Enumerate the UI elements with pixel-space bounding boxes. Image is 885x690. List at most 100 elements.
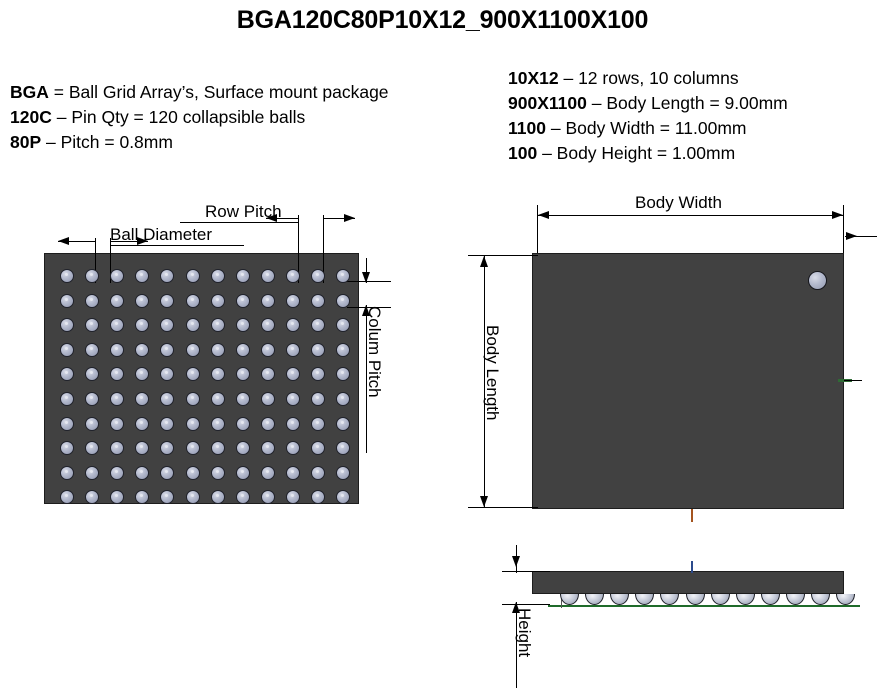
legend-right-desc-3: Body Height = 1.00mm bbox=[556, 143, 736, 163]
ball-r1-c2 bbox=[85, 269, 100, 283]
ball-r1-c1 bbox=[60, 269, 74, 283]
ball-r9-c4 bbox=[135, 465, 150, 480]
ball-r3-c9 bbox=[260, 318, 275, 333]
ball-r1-c6 bbox=[185, 269, 200, 283]
ball-r9-c3 bbox=[110, 465, 125, 480]
column-pitch-arrow-top bbox=[362, 272, 370, 283]
body-length-extension-top bbox=[468, 255, 538, 256]
ball-r2-c7 bbox=[210, 293, 225, 308]
legend-right-line-3: 100 – Body Height = 1.00mm bbox=[508, 141, 788, 166]
ball-r2-c4 bbox=[135, 293, 150, 308]
legend-left-desc-2: Pitch = 0.8mm bbox=[60, 132, 173, 152]
legend-right-line-0: 10X12 – 12 rows, 10 columns bbox=[508, 66, 788, 91]
body-width-arrow-right bbox=[832, 211, 843, 219]
ball-r7-c12 bbox=[336, 416, 351, 431]
ball-r5-c6 bbox=[185, 367, 200, 382]
ball-r2-c1 bbox=[60, 293, 74, 308]
ball-r2-c11 bbox=[311, 293, 325, 308]
ball-r7-c7 bbox=[210, 416, 225, 431]
side-ball-6 bbox=[685, 594, 705, 605]
ball-r4-c3 bbox=[110, 342, 125, 357]
side-ball-12 bbox=[836, 594, 856, 605]
ball-diameter-label: Ball Diameter bbox=[110, 225, 213, 244]
body-width-dim-line bbox=[537, 215, 843, 216]
ball-r5-c7 bbox=[210, 367, 225, 382]
legend-right-line-1: 900X1100 – Body Length = 9.00mm bbox=[508, 91, 788, 116]
ball-r2-c12 bbox=[336, 293, 351, 308]
ball-r9-c12 bbox=[336, 465, 351, 480]
legend-left-line-1: 120C – Pin Qty = 120 collapsible balls bbox=[10, 105, 389, 130]
body-width-arrow-left bbox=[538, 211, 549, 219]
ball-diameter-underline bbox=[110, 245, 244, 246]
ball-r7-c5 bbox=[160, 416, 175, 431]
side-ball-7 bbox=[710, 594, 730, 605]
legend-right-line-2: 1100 – Body Width = 11.00mm bbox=[508, 116, 788, 141]
ball-r4-c6 bbox=[185, 342, 200, 357]
ball-r8-c8 bbox=[235, 441, 250, 456]
ball-r6-c8 bbox=[235, 392, 250, 406]
legend-left-line-0: BGA = Ball Grid Array’s, Surface mount p… bbox=[10, 80, 389, 105]
ball-diameter-arrow-right bbox=[137, 237, 148, 245]
legend-left-sep-1: – bbox=[51, 107, 72, 127]
side-ball-8 bbox=[735, 594, 755, 605]
center-tick-top-icon bbox=[691, 561, 693, 573]
ball-r1-c10 bbox=[285, 269, 300, 283]
ball-r8-c7 bbox=[210, 441, 225, 456]
ball-r7-c2 bbox=[85, 416, 100, 431]
ball-r2-c10 bbox=[285, 293, 300, 308]
pin1-marker-icon bbox=[808, 271, 827, 290]
ball-r9-c9 bbox=[260, 465, 275, 480]
ball-r6-c6 bbox=[185, 392, 200, 406]
side-ball-4 bbox=[635, 594, 655, 605]
ball-r2-c5 bbox=[160, 293, 175, 308]
body-length-arrow-top bbox=[480, 256, 488, 267]
ball-r6-c9 bbox=[260, 392, 275, 406]
legend-left-desc-0: Ball Grid Array’s, Surface mount package bbox=[68, 82, 389, 102]
row-pitch-arrow-right bbox=[344, 214, 355, 222]
ball-r10-c8 bbox=[235, 490, 250, 505]
ball-r10-c6 bbox=[185, 490, 200, 505]
ball-r4-c11 bbox=[311, 342, 325, 357]
body-front-view bbox=[532, 253, 844, 509]
ball-r2-c6 bbox=[185, 293, 200, 308]
legend-right: 10X12 – 12 rows, 10 columns 900X1100 – B… bbox=[508, 66, 788, 166]
ball-diameter-arrow-left bbox=[58, 237, 69, 245]
page-title: BGA120C80P10X12_900X1100X100 bbox=[236, 6, 649, 34]
height-arrow-top bbox=[512, 556, 520, 567]
row-pitch-underline bbox=[180, 222, 298, 223]
ball-r1-c8 bbox=[235, 269, 250, 283]
body-length-label: Body Length bbox=[483, 325, 502, 421]
ball-r4-c10 bbox=[285, 342, 300, 357]
ball-r6-c10 bbox=[285, 392, 300, 406]
center-tick-bottom-icon bbox=[691, 509, 693, 522]
height-extension-top bbox=[502, 571, 550, 572]
legend-left-code-2: 80P bbox=[10, 132, 42, 152]
ball-r2-c3 bbox=[110, 293, 125, 308]
ball-r5-c8 bbox=[235, 367, 250, 382]
column-pitch-label: Colum Pitch bbox=[365, 306, 384, 398]
ball-r7-c4 bbox=[135, 416, 150, 431]
ball-r7-c6 bbox=[185, 416, 200, 431]
ball-r2-c2 bbox=[85, 293, 100, 308]
body-side-view bbox=[532, 571, 844, 594]
legend-right-desc-2: Body Width = 11.00mm bbox=[565, 118, 747, 138]
body-width-extension-right bbox=[843, 205, 844, 253]
ball-r9-c7 bbox=[210, 465, 225, 480]
side-ball-5 bbox=[660, 594, 680, 605]
ball-r7-c9 bbox=[260, 416, 275, 431]
ball-r8-c9 bbox=[260, 441, 275, 456]
legend-left-line-2: 80P – Pitch = 0.8mm bbox=[10, 130, 389, 155]
legend-right-code-1: 900X1100 bbox=[508, 93, 587, 113]
ball-r3-c7 bbox=[210, 318, 225, 333]
ball-r2-c9 bbox=[260, 293, 275, 308]
ball-r4-c1 bbox=[60, 342, 74, 357]
ball-r4-c4 bbox=[135, 342, 150, 357]
ball-r9-c8 bbox=[235, 465, 250, 480]
ground-line bbox=[548, 605, 860, 607]
ball-r7-c1 bbox=[60, 416, 74, 431]
ball-r10-c7 bbox=[210, 490, 225, 505]
ball-r4-c12 bbox=[336, 342, 351, 357]
ball-r9-c2 bbox=[85, 465, 100, 480]
ball-r6-c1 bbox=[60, 392, 74, 406]
ball-r6-c7 bbox=[210, 392, 225, 406]
